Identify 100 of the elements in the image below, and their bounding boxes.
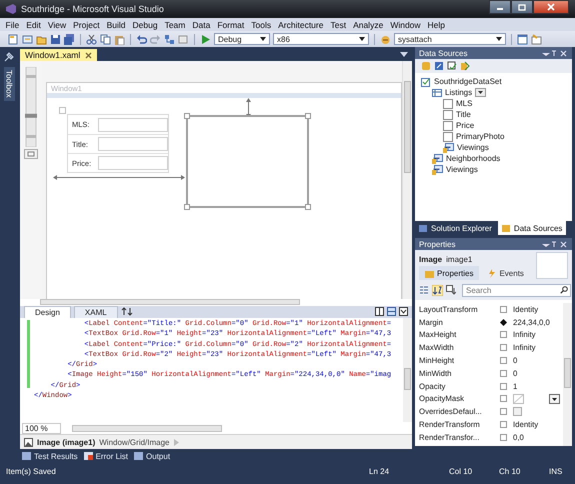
- window-icon[interactable]: [517, 34, 528, 44]
- save-icon[interactable]: [50, 34, 61, 44]
- attach-icon[interactable]: [380, 34, 391, 44]
- local-value-marker-icon[interactable]: [500, 318, 507, 326]
- default-value-marker-icon[interactable]: [500, 357, 507, 364]
- configuration-dropdown[interactable]: Debug: [214, 33, 270, 45]
- menu-item[interactable]: Project: [70, 20, 104, 30]
- save-all-icon[interactable]: [64, 34, 75, 44]
- tree-item[interactable]: PrimaryPhoto: [456, 132, 504, 141]
- menu-item[interactable]: Edit: [22, 20, 44, 30]
- default-value-marker-icon[interactable]: [500, 370, 507, 377]
- menu-item[interactable]: File: [2, 20, 23, 30]
- add-item-icon[interactable]: [22, 34, 33, 44]
- breadcrumb-element[interactable]: Image (image1): [37, 438, 96, 446]
- dropdown-icon[interactable]: [549, 394, 560, 404]
- collapse-pane-icon[interactable]: [399, 307, 408, 316]
- sort-alphabetical-icon[interactable]: [432, 284, 443, 296]
- default-value-marker-icon[interactable]: [500, 382, 507, 390]
- search-field[interactable]: Search: [462, 284, 571, 296]
- horizontal-scrollbar[interactable]: [40, 299, 300, 305]
- zoom-slider[interactable]: [23, 67, 39, 147]
- process-dropdown[interactable]: sysattach: [394, 33, 506, 45]
- menu-item[interactable]: Analyze: [350, 20, 387, 30]
- menu-item[interactable]: Team: [161, 20, 189, 30]
- view-tab[interactable]: XAML: [74, 306, 118, 318]
- panel-controls-icon[interactable]: [542, 50, 568, 56]
- tree-item[interactable]: Viewings: [446, 165, 478, 174]
- horizontal-scrollbar[interactable]: [72, 424, 222, 432]
- categorized-icon[interactable]: [419, 285, 429, 295]
- minimize-button[interactable]: [489, 0, 511, 14]
- configure-icon[interactable]: [447, 61, 457, 71]
- close-icon[interactable]: [85, 52, 92, 58]
- navigate-icon[interactable]: [164, 34, 175, 44]
- menu-item[interactable]: Data: [188, 20, 214, 30]
- folder-icon[interactable]: [36, 34, 47, 44]
- vertical-scrollbar[interactable]: [402, 61, 412, 299]
- tree-item[interactable]: SouthridgeDataSet: [434, 77, 502, 86]
- swap-panes-icon[interactable]: [120, 307, 133, 316]
- vertical-split-icon[interactable]: [375, 307, 384, 316]
- default-value-marker-icon[interactable]: [500, 434, 507, 441]
- sort-source-icon[interactable]: [446, 285, 456, 295]
- default-value-marker-icon[interactable]: [500, 421, 507, 428]
- default-value-marker-icon[interactable]: [500, 331, 507, 338]
- toolbox-tab[interactable]: Toolbox: [4, 67, 14, 101]
- edit-dataset-icon[interactable]: [434, 61, 444, 71]
- menu-item[interactable]: Build: [103, 20, 130, 30]
- pin-icon[interactable]: [3, 51, 15, 63]
- start-icon[interactable]: [200, 34, 211, 44]
- menu-item[interactable]: Debug: [129, 20, 162, 30]
- vertical-scrollbar[interactable]: [563, 303, 572, 446]
- panel-tab[interactable]: Solution Explorer: [415, 221, 496, 235]
- menu-item[interactable]: Format: [214, 20, 248, 30]
- dropdown-icon[interactable]: [475, 88, 486, 97]
- menu-item[interactable]: Window: [386, 20, 424, 30]
- horizontal-split-icon[interactable]: [387, 307, 396, 316]
- platform-dropdown[interactable]: x86: [273, 33, 369, 45]
- paste-icon[interactable]: [114, 34, 125, 44]
- tree-item[interactable]: Title: [456, 110, 471, 119]
- maximize-button[interactable]: [511, 0, 533, 14]
- breadcrumb-path[interactable]: Window/Grid/Image: [99, 438, 170, 446]
- default-value-marker-icon[interactable]: [500, 306, 507, 313]
- view-tab[interactable]: Design: [24, 306, 71, 318]
- brush-swatch-icon[interactable]: [513, 394, 524, 404]
- slider-thumb[interactable]: [25, 114, 37, 118]
- document-tab[interactable]: Window1.xaml: [20, 49, 98, 61]
- element-name[interactable]: image1: [446, 254, 472, 264]
- panel-controls-icon[interactable]: [542, 240, 568, 248]
- menu-item[interactable]: View: [44, 20, 70, 30]
- default-value-marker-icon[interactable]: [500, 408, 507, 416]
- copy-icon[interactable]: [100, 34, 111, 44]
- tree-item[interactable]: Listings: [445, 88, 472, 97]
- tree-item[interactable]: Neighborhoods: [446, 154, 500, 163]
- tree-item[interactable]: MLS: [456, 99, 472, 108]
- checkbox[interactable]: [513, 407, 522, 416]
- properties-tab[interactable]: Properties: [419, 266, 480, 280]
- tree-item[interactable]: Viewings: [457, 143, 489, 152]
- window-icon: [22, 452, 31, 460]
- new-project-icon[interactable]: [8, 34, 19, 44]
- fit-icon[interactable]: [24, 149, 38, 159]
- table-icon: [432, 88, 442, 98]
- close-button[interactable]: [533, 0, 569, 14]
- menu-item[interactable]: Test: [326, 20, 350, 30]
- undo-icon[interactable]: [136, 34, 147, 44]
- default-value-marker-icon[interactable]: [500, 344, 507, 352]
- menu-item[interactable]: Tools: [248, 20, 275, 30]
- image-placeholder[interactable]: [184, 113, 311, 210]
- tree-item[interactable]: Price: [456, 121, 474, 130]
- panel-tab[interactable]: Data Sources: [498, 221, 566, 235]
- menu-item[interactable]: Architecture: [274, 20, 327, 30]
- refresh-icon[interactable]: [460, 61, 470, 71]
- cut-icon[interactable]: [86, 34, 97, 44]
- zoom-dropdown[interactable]: 100 %: [22, 422, 61, 434]
- tool-window-tab[interactable]: Test Results: [22, 452, 78, 460]
- tool-window-tab[interactable]: Output: [134, 452, 170, 460]
- properties-tab[interactable]: Events: [481, 266, 530, 280]
- menu-item[interactable]: Help: [424, 20, 449, 30]
- vertical-scrollbar[interactable]: [403, 318, 412, 422]
- default-value-marker-icon[interactable]: [500, 395, 507, 402]
- tool-window-tab[interactable]: Error List: [84, 452, 128, 460]
- dropdown-icon[interactable]: [400, 52, 408, 57]
